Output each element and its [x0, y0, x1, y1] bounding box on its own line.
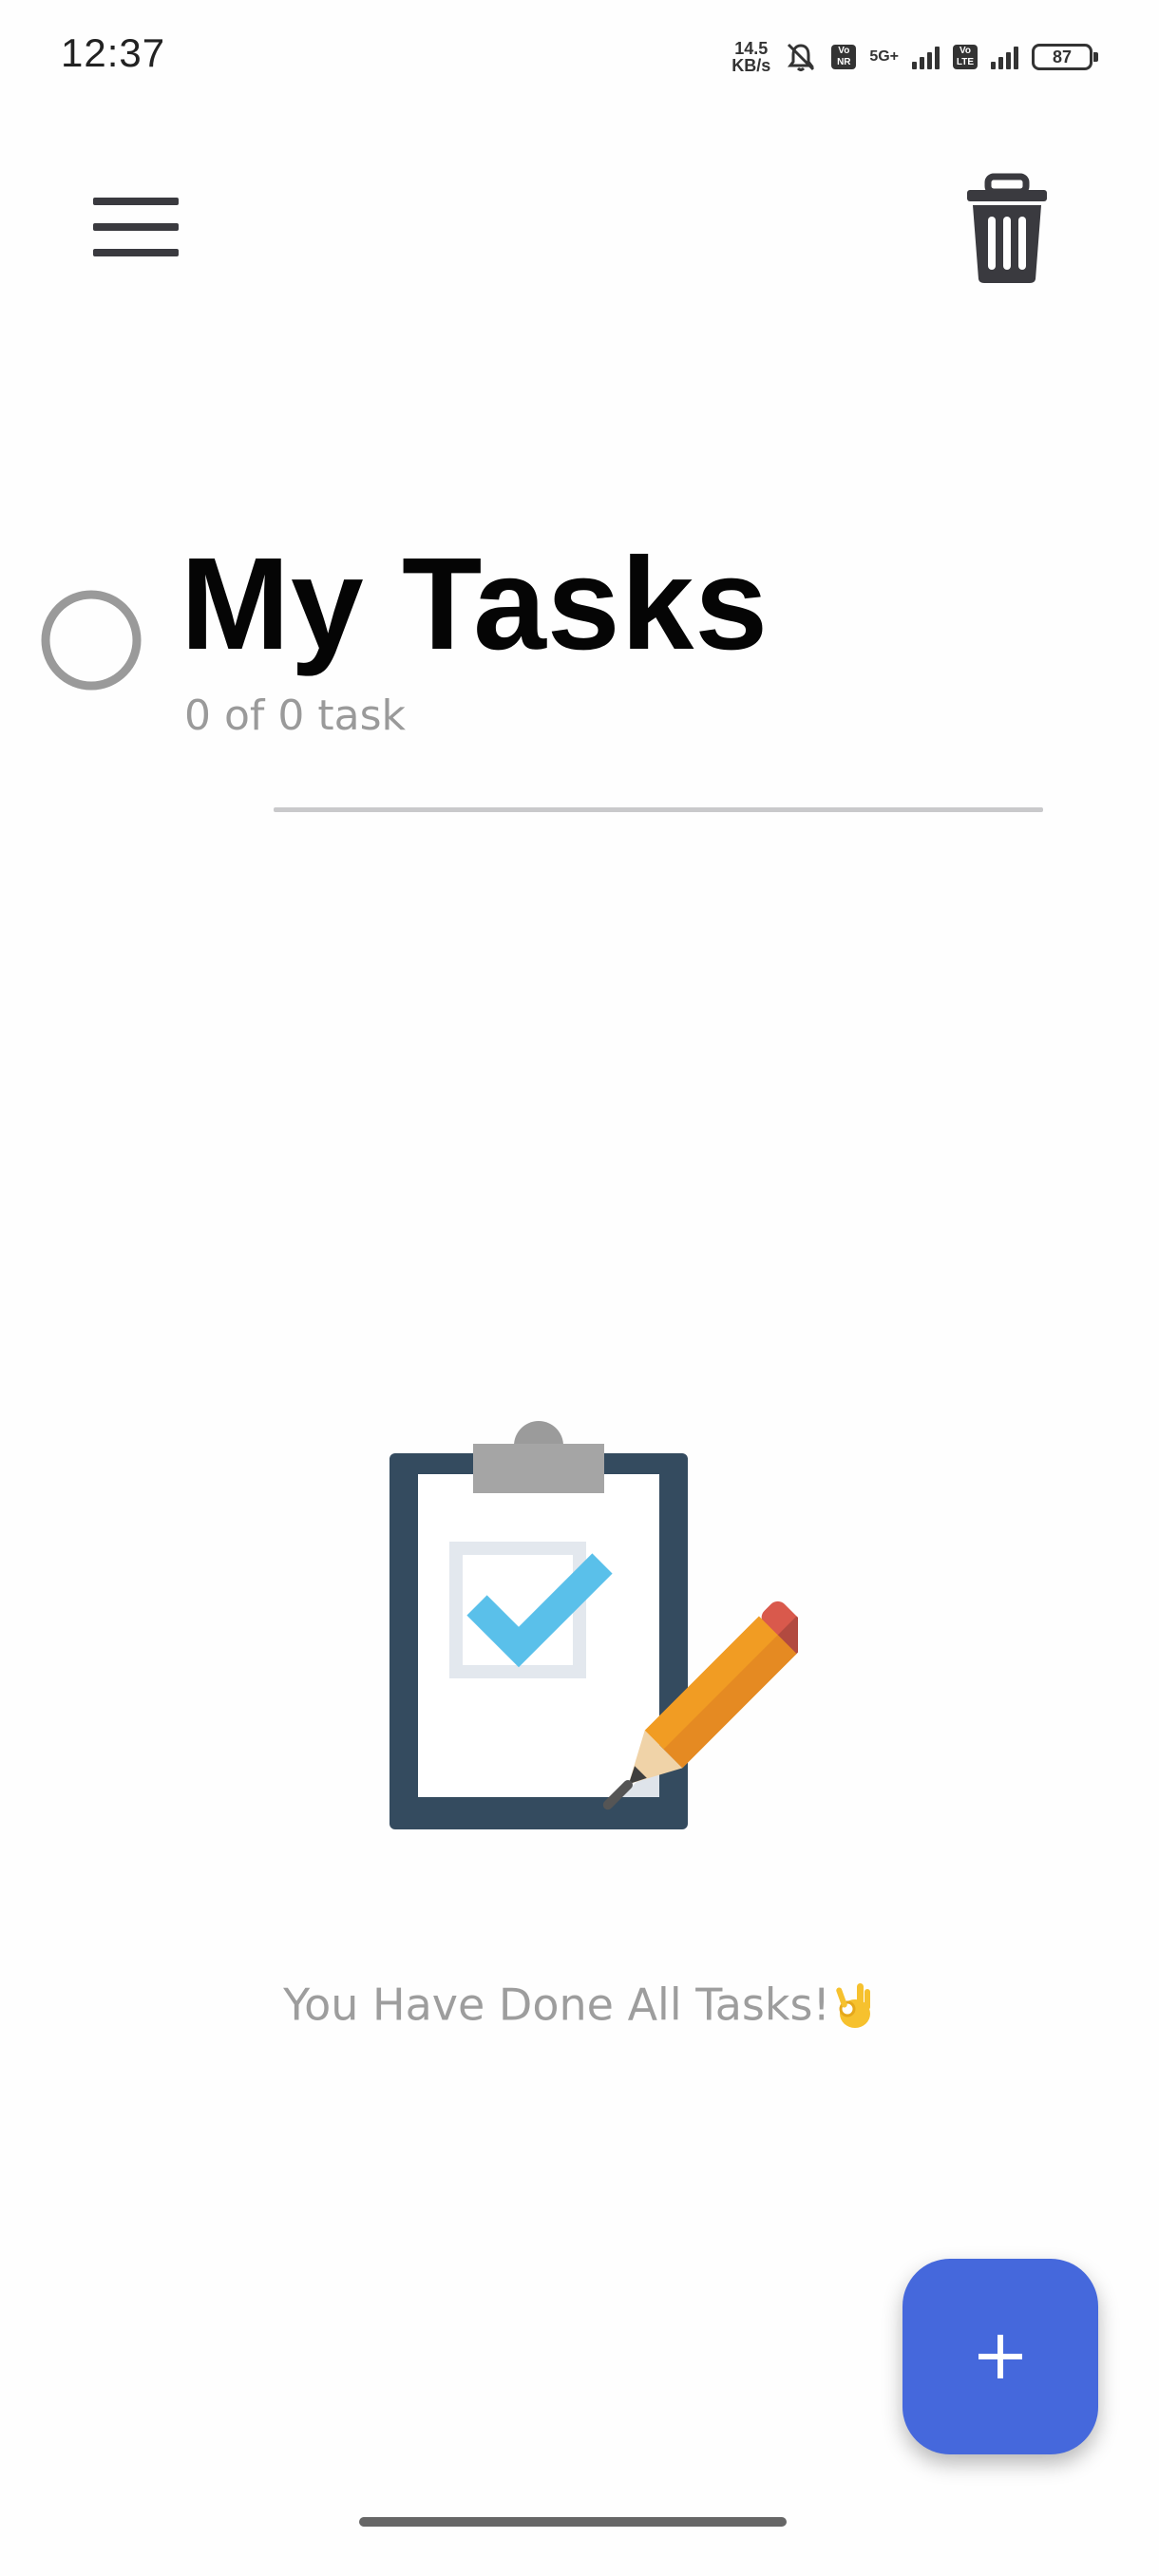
menu-button[interactable]	[91, 194, 182, 260]
5g-label: 5G+	[869, 48, 899, 65]
vonr-icon: Vo NR	[831, 45, 857, 69]
volte-icon: Vo LTE	[953, 45, 978, 69]
delete-all-button[interactable]	[960, 173, 1054, 287]
trash-icon	[967, 173, 1047, 283]
mute-notification-icon	[788, 43, 815, 71]
empty-message-text: You Have Done All Tasks!	[283, 1979, 830, 2031]
plus-icon	[978, 2335, 1022, 2378]
task-count: 0 of 0 task	[184, 691, 406, 740]
status-bar: 12:37 14.5 KB/s Vo NR 5G+ Vo LTE 87	[0, 0, 1159, 114]
progress-ring	[41, 590, 142, 691]
page-title: My Tasks	[180, 531, 770, 677]
status-time: 12:37	[61, 30, 166, 75]
empty-state-message: You Have Done All Tasks!	[0, 1976, 1159, 2031]
ok-hand-emoji-icon	[836, 1982, 870, 2028]
signal-icon	[991, 45, 1018, 69]
net-speed-unit: KB/s	[732, 56, 771, 75]
net-speed-value: 14.5	[734, 39, 769, 58]
header-divider	[274, 807, 1043, 812]
gesture-navigation-bar[interactable]	[359, 2517, 787, 2527]
status-icons: 14.5 KB/s Vo NR 5G+ Vo LTE 87	[732, 34, 1098, 80]
5g-signal-icon	[912, 45, 940, 69]
network-speed-icon: 14.5 KB/s	[732, 40, 770, 74]
clipboard-illustration	[390, 1421, 798, 1829]
battery-level: 87	[1052, 47, 1073, 66]
add-task-button[interactable]	[902, 2259, 1098, 2454]
battery-icon: 87	[1032, 44, 1098, 70]
